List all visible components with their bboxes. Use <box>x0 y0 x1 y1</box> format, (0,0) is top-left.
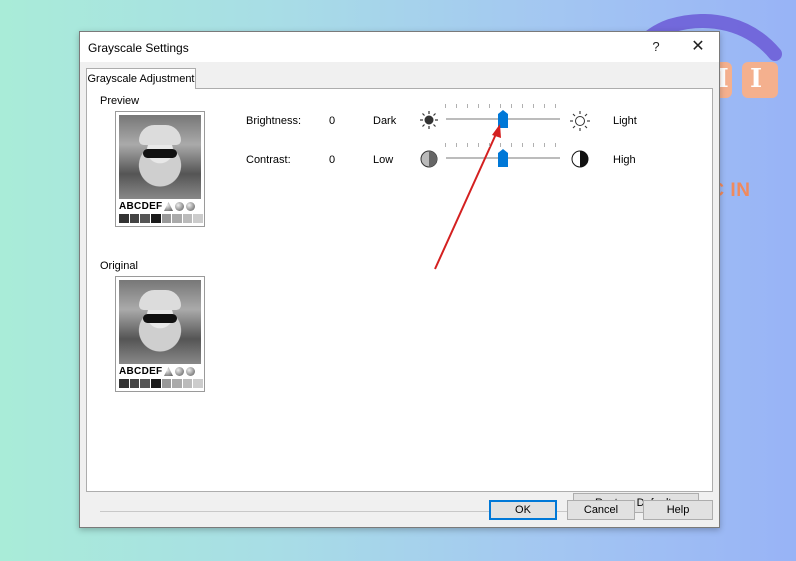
preview-photo <box>119 115 201 199</box>
slider-tick <box>456 104 457 108</box>
slider-tick <box>522 143 523 147</box>
slider-tick <box>544 143 545 147</box>
window-title: Grayscale Settings <box>88 41 189 55</box>
slider-tick <box>511 104 512 108</box>
logo-letter: I <box>750 64 763 94</box>
slider-tick <box>445 104 446 108</box>
slider-tick <box>478 104 479 108</box>
brightness-slider-thumb[interactable] <box>498 110 508 128</box>
help-title-button[interactable]: ? <box>642 36 670 58</box>
slider-tick <box>533 104 534 108</box>
slider-tick <box>489 104 490 108</box>
grayscale-settings-dialog: Grayscale Settings ? ✕ Grayscale Adjustm… <box>79 31 720 528</box>
slider-tick <box>456 143 457 147</box>
contrast-high-icon <box>571 150 589 168</box>
slider-tick <box>478 143 479 147</box>
slider-tick <box>445 143 446 147</box>
original-image: ABCDEF <box>115 276 205 392</box>
slider-tick <box>500 143 501 147</box>
brightness-min-label: Dark <box>373 115 397 127</box>
brightness-value: 0 <box>329 115 336 127</box>
slider-tick <box>489 143 490 147</box>
original-label: Original <box>100 260 138 272</box>
slider-tick <box>533 143 534 147</box>
brightness-label: Brightness: <box>246 115 302 127</box>
tab-grayscale-adjustment[interactable]: Grayscale Adjustment <box>86 68 196 89</box>
contrast-min-label: Low <box>373 154 394 166</box>
slider-tick <box>555 143 556 147</box>
tab-panel: Preview ABCDEF Original ABCDEF Brightnes… <box>86 88 713 513</box>
brightness-max-label: Light <box>613 115 637 127</box>
contrast-slider-thumb[interactable] <box>498 149 508 167</box>
title-bar: Grayscale Settings ? ✕ <box>80 32 719 62</box>
help-button[interactable]: Help <box>643 500 713 520</box>
preview-image: ABCDEF <box>115 111 205 227</box>
cancel-button[interactable]: Cancel <box>567 500 635 520</box>
sun-dark-icon <box>420 111 438 129</box>
slider-tick <box>467 143 468 147</box>
sun-light-icon <box>570 111 590 131</box>
preview-label: Preview <box>100 95 140 107</box>
contrast-value: 0 <box>329 154 336 166</box>
original-sample-text: ABCDEF <box>119 366 163 377</box>
contrast-max-label: High <box>613 154 636 166</box>
ok-button[interactable]: OK <box>489 500 557 520</box>
slider-tick <box>555 104 556 108</box>
slider-tick <box>467 104 468 108</box>
original-photo <box>119 280 201 364</box>
slider-tick <box>500 104 501 108</box>
contrast-label: Contrast: <box>246 154 291 166</box>
slider-tick <box>544 104 545 108</box>
close-button[interactable]: ✕ <box>684 36 712 58</box>
preview-sample-text: ABCDEF <box>119 201 163 212</box>
slider-tick <box>522 104 523 108</box>
slider-tick <box>511 143 512 147</box>
contrast-low-icon <box>420 150 438 168</box>
